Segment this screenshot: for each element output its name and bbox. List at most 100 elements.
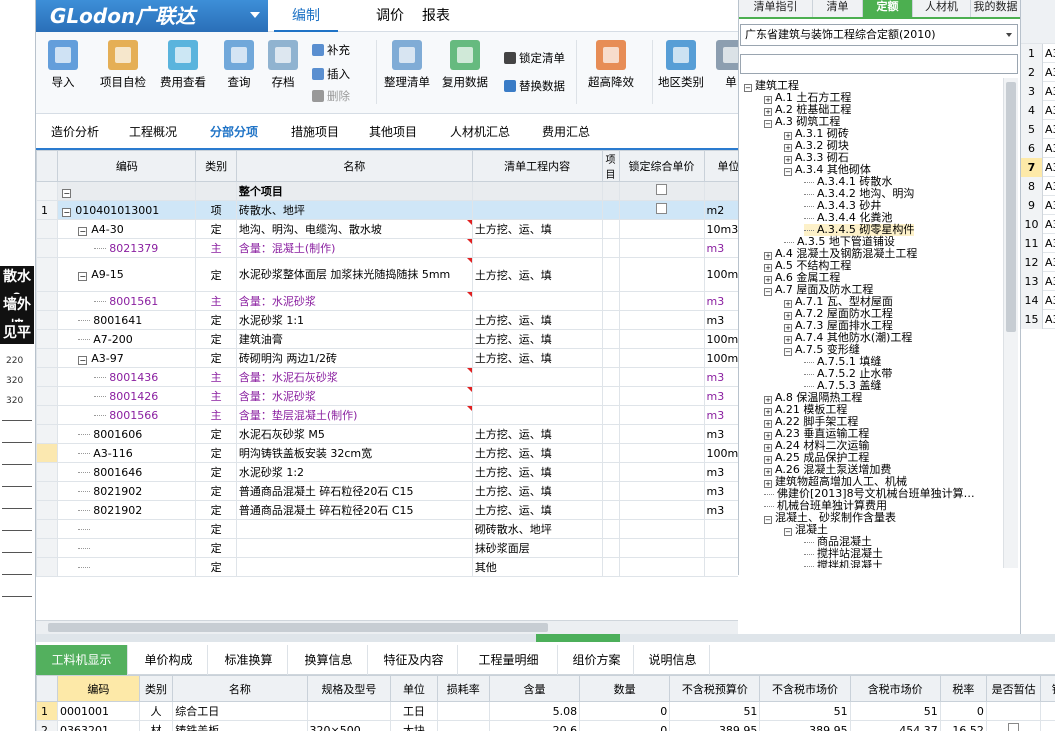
type-cell[interactable]: 定 bbox=[195, 219, 237, 239]
code-cell[interactable]: 8001566 bbox=[57, 405, 197, 425]
expand-icon[interactable]: + bbox=[764, 96, 772, 104]
ribbon-small-4[interactable]: 替换数据 bbox=[504, 78, 565, 94]
ribbon-button-3[interactable]: 查询 bbox=[224, 40, 254, 90]
grid-row[interactable]: A3-116 定明沟铸铁盖板安装 32cm宽 土方挖、运、填 100m bbox=[36, 443, 738, 463]
type-cell[interactable]: 定 bbox=[195, 557, 237, 577]
scroll-thumb[interactable] bbox=[1006, 82, 1016, 332]
code-cell[interactable]: 8021379 bbox=[57, 238, 197, 258]
type-cell[interactable]: 定 bbox=[195, 500, 237, 520]
unit-cell[interactable] bbox=[703, 557, 738, 577]
app-logo[interactable]: GLodon广联达 bbox=[36, 0, 268, 32]
expand-icon[interactable]: + bbox=[764, 480, 772, 488]
tab-4[interactable]: 其他项目 bbox=[358, 114, 428, 148]
name-cell[interactable]: 明沟铸铁盖板安装 32cm宽 bbox=[235, 443, 473, 463]
name-cell[interactable]: 水泥砂浆 1:1 bbox=[235, 310, 473, 330]
grid-row[interactable]: 8001566 主含量：垫层混凝土(制作) m3 bbox=[36, 405, 738, 425]
name-cell[interactable] bbox=[235, 519, 473, 539]
grid-row[interactable]: 定 砌砖散水、地坪 bbox=[36, 519, 738, 539]
splitter-handle[interactable] bbox=[536, 634, 620, 642]
expand-icon[interactable]: + bbox=[764, 456, 772, 464]
name-cell[interactable]: 含量：水泥石灰砂浆 bbox=[235, 367, 473, 387]
code-cell[interactable]: − A4-30 bbox=[57, 219, 197, 239]
type-cell[interactable]: 项 bbox=[195, 200, 237, 220]
type-cell[interactable]: 定 bbox=[195, 348, 237, 368]
material-cell-10[interactable]: 51 bbox=[759, 701, 851, 721]
panel-tab-3[interactable]: 人材机 bbox=[913, 0, 971, 17]
tab-6[interactable]: 费用汇总 bbox=[532, 114, 600, 148]
lock-price-cell[interactable] bbox=[618, 219, 705, 239]
code-cell[interactable]: − bbox=[57, 181, 197, 201]
detail-tab-7[interactable]: 说明信息 bbox=[636, 645, 710, 675]
material-cell-5[interactable]: 大块 bbox=[390, 720, 438, 731]
grid-row[interactable]: 8001641 定水泥砂浆 1:1 土方挖、运、填 m3 bbox=[36, 310, 738, 330]
expand-icon[interactable]: + bbox=[764, 276, 772, 284]
expand-icon[interactable]: + bbox=[764, 468, 772, 476]
unit-cell[interactable]: m3 bbox=[703, 238, 738, 258]
collapse-icon[interactable]: − bbox=[764, 288, 772, 296]
estimate-cell[interactable] bbox=[985, 720, 1042, 731]
side-row[interactable]: 4A3 bbox=[1021, 101, 1055, 120]
ribbon-button-4[interactable]: 存档 bbox=[268, 40, 298, 90]
item-cell[interactable] bbox=[601, 257, 620, 292]
content-cell[interactable]: 其他 bbox=[471, 557, 603, 577]
grid2-header-13[interactable]: 锁定数 bbox=[1040, 675, 1055, 702]
content-cell[interactable] bbox=[471, 181, 603, 201]
tab-5[interactable]: 人材机汇总 bbox=[438, 114, 522, 148]
content-cell[interactable] bbox=[471, 386, 603, 406]
type-cell[interactable]: 定 bbox=[195, 310, 237, 330]
expand-icon[interactable]: + bbox=[764, 252, 772, 260]
grid-row[interactable]: 1−010401013001 项砖散水、地坪 m2 bbox=[36, 200, 738, 220]
name-cell[interactable]: 整个项目 bbox=[235, 181, 473, 201]
name-cell[interactable]: 含量：混凝土(制作) bbox=[235, 238, 473, 258]
material-cell-9[interactable]: 389.95 bbox=[669, 720, 761, 731]
grid-header-0[interactable]: 编码 bbox=[57, 150, 197, 182]
grid2-header-10[interactable]: 含税市场价 bbox=[849, 675, 941, 702]
collapse-icon[interactable]: − bbox=[784, 348, 792, 356]
expand-icon[interactable]: + bbox=[764, 444, 772, 452]
lock-price-cell[interactable] bbox=[618, 443, 705, 463]
grid2-header-6[interactable]: 含量 bbox=[488, 675, 581, 702]
unit-cell[interactable]: m3 bbox=[703, 405, 738, 425]
name-cell[interactable]: 地沟、明沟、电缆沟、散水坡 bbox=[235, 219, 473, 239]
expand-icon[interactable]: + bbox=[764, 108, 772, 116]
lock-price-cell[interactable] bbox=[618, 200, 705, 220]
detail-tab-0[interactable]: 工料机显示 bbox=[36, 645, 128, 675]
tab-3[interactable]: 措施项目 bbox=[280, 114, 350, 148]
collapse-icon[interactable]: − bbox=[764, 120, 772, 128]
code-cell[interactable]: − A3-97 bbox=[57, 348, 197, 368]
code-cell[interactable]: 8001641 bbox=[57, 310, 197, 330]
collapse-icon[interactable]: − bbox=[78, 355, 88, 365]
code-cell[interactable]: A7-200 bbox=[57, 329, 197, 349]
item-cell[interactable] bbox=[601, 200, 620, 220]
type-cell[interactable]: 定 bbox=[195, 329, 237, 349]
item-cell[interactable] bbox=[601, 329, 620, 349]
code-cell[interactable]: −010401013001 bbox=[57, 200, 197, 220]
code-cell[interactable] bbox=[57, 519, 197, 539]
side-row[interactable]: 5A3 bbox=[1021, 120, 1055, 139]
type-cell[interactable]: 定 bbox=[195, 424, 237, 444]
ribbon-button-6[interactable]: 复用数据 bbox=[442, 40, 488, 90]
material-cell-8[interactable]: 0 bbox=[579, 720, 671, 731]
code-cell[interactable]: 8021902 bbox=[57, 500, 197, 520]
ribbon-button-1[interactable]: 项目自检 bbox=[100, 40, 146, 90]
lock-price-cell[interactable] bbox=[618, 367, 705, 387]
lock-checkbox[interactable] bbox=[656, 184, 668, 195]
panel-tab-4[interactable]: 我的数据 bbox=[971, 0, 1021, 17]
grid2-header-8[interactable]: 不含税预算价 bbox=[669, 675, 761, 702]
collapse-icon[interactable]: − bbox=[62, 207, 72, 217]
grid-header-3[interactable]: 清单工程内容 bbox=[471, 150, 603, 182]
type-cell[interactable]: 定 bbox=[195, 481, 237, 501]
grid-row[interactable]: 8001561 主含量：水泥砂浆 m3 bbox=[36, 291, 738, 311]
material-cell-4[interactable] bbox=[306, 701, 392, 721]
ribbon-button-5[interactable]: 整理清单 bbox=[384, 40, 430, 90]
item-cell[interactable] bbox=[601, 519, 620, 539]
type-cell[interactable] bbox=[195, 181, 237, 201]
tree-node[interactable]: − 混凝土、砂浆制作含量表 bbox=[764, 512, 896, 524]
estimate-cell[interactable] bbox=[985, 701, 1042, 721]
unit-cell[interactable]: 10m3 bbox=[703, 219, 738, 239]
material-cell-1[interactable]: 0001001 bbox=[56, 701, 140, 721]
lock-price-cell[interactable] bbox=[618, 424, 705, 444]
unit-cell[interactable]: m3 bbox=[703, 310, 738, 330]
content-cell[interactable]: 抹砂浆面层 bbox=[471, 538, 603, 558]
item-cell[interactable] bbox=[601, 424, 620, 444]
